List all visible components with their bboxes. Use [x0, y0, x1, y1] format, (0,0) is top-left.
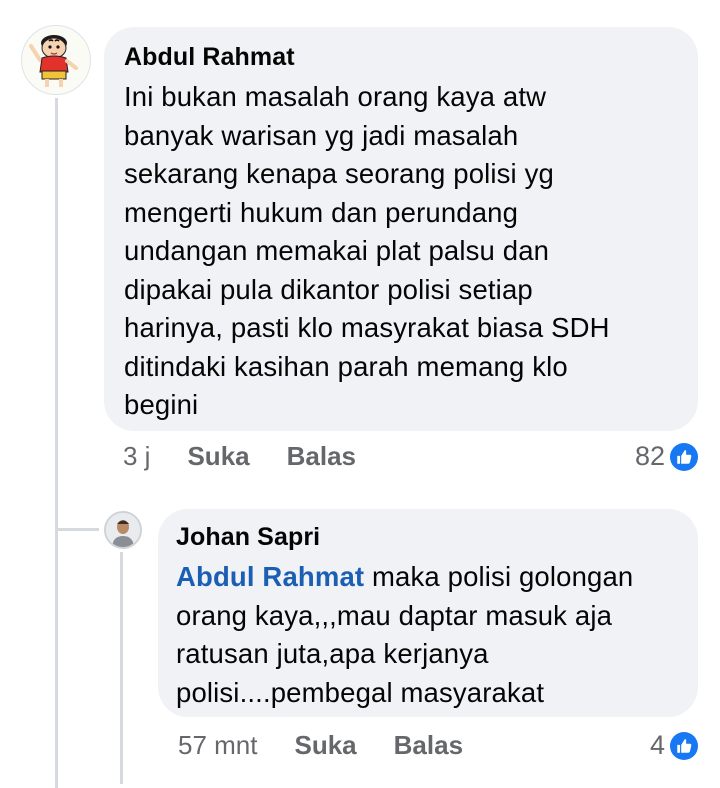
reply-meta: 57 mnt Suka Balas [178, 730, 463, 761]
comment-meta: 3 j Suka Balas [123, 441, 356, 472]
reaction-summary[interactable]: 82 [635, 441, 698, 472]
comment-text-line: Ini bukan masalah orang kaya atw [124, 81, 547, 112]
reaction-count: 4 [649, 730, 665, 760]
reply-button[interactable]: Balas [287, 441, 356, 472]
avatar[interactable] [21, 25, 91, 95]
comment-text: Ini bukan masalah orang kaya atw banyak … [124, 78, 678, 425]
thread-line-reply [120, 552, 123, 784]
reply-text-line: orang kaya,,,mau daptar masuk aja [176, 599, 613, 631]
reply-bubble: Johan Sapri Abdul Rahmat maka polisi gol… [158, 509, 698, 717]
man-photo-avatar [106, 513, 140, 547]
reply-text-line: polisi....pembegal masyarakat [176, 676, 545, 708]
like-button[interactable]: Suka [187, 441, 249, 472]
comment-text-line: mengerti hukum dan perundang [124, 196, 519, 228]
like-button[interactable]: Suka [295, 730, 357, 761]
comment-timestamp[interactable]: 3 j [123, 441, 150, 472]
thread-line-branch [55, 528, 99, 531]
reply-button[interactable]: Balas [394, 730, 463, 761]
cartoon-boy-avatar [29, 35, 78, 87]
reply-text-first: maka polisi golongan [364, 561, 634, 592]
like-icon [670, 731, 698, 760]
comment-text-line: harinya, pasti klo masyrakat biasa SDH [124, 312, 610, 343]
comment-text-line: begini [124, 389, 199, 420]
comment-text-line: undangan memakai plat palsu dan [124, 235, 550, 266]
comment-author[interactable]: Abdul Rahmat [124, 43, 678, 72]
reaction-count: 82 [634, 441, 665, 471]
comment-bubble: Abdul Rahmat Ini bukan masalah orang kay… [104, 27, 698, 431]
reply-text: Abdul Rahmat maka polisi golongan orang … [176, 558, 678, 712]
avatar[interactable] [104, 511, 142, 549]
mention-link[interactable]: Abdul Rahmat [176, 561, 364, 592]
like-icon [670, 442, 698, 471]
reply-timestamp[interactable]: 57 mnt [178, 730, 258, 761]
thread-line-main [55, 98, 58, 788]
reply-text-line: ratusan juta,apa kerjanya [176, 638, 489, 669]
reaction-summary[interactable]: 4 [650, 730, 698, 761]
comment-text-line: ditindaki kasihan parah memang klo [124, 350, 568, 382]
comment-text-line: sekarang kenapa seorang polisi yg [124, 158, 554, 189]
reply-author[interactable]: Johan Sapri [176, 523, 678, 552]
comment-text-line: banyak warisan yg jadi masalah [124, 119, 519, 151]
reply-text-line: Abdul Rahmat maka polisi golongan [176, 558, 678, 597]
comment-text-line: dipakai pula dikantor polisi setiap [124, 273, 533, 305]
